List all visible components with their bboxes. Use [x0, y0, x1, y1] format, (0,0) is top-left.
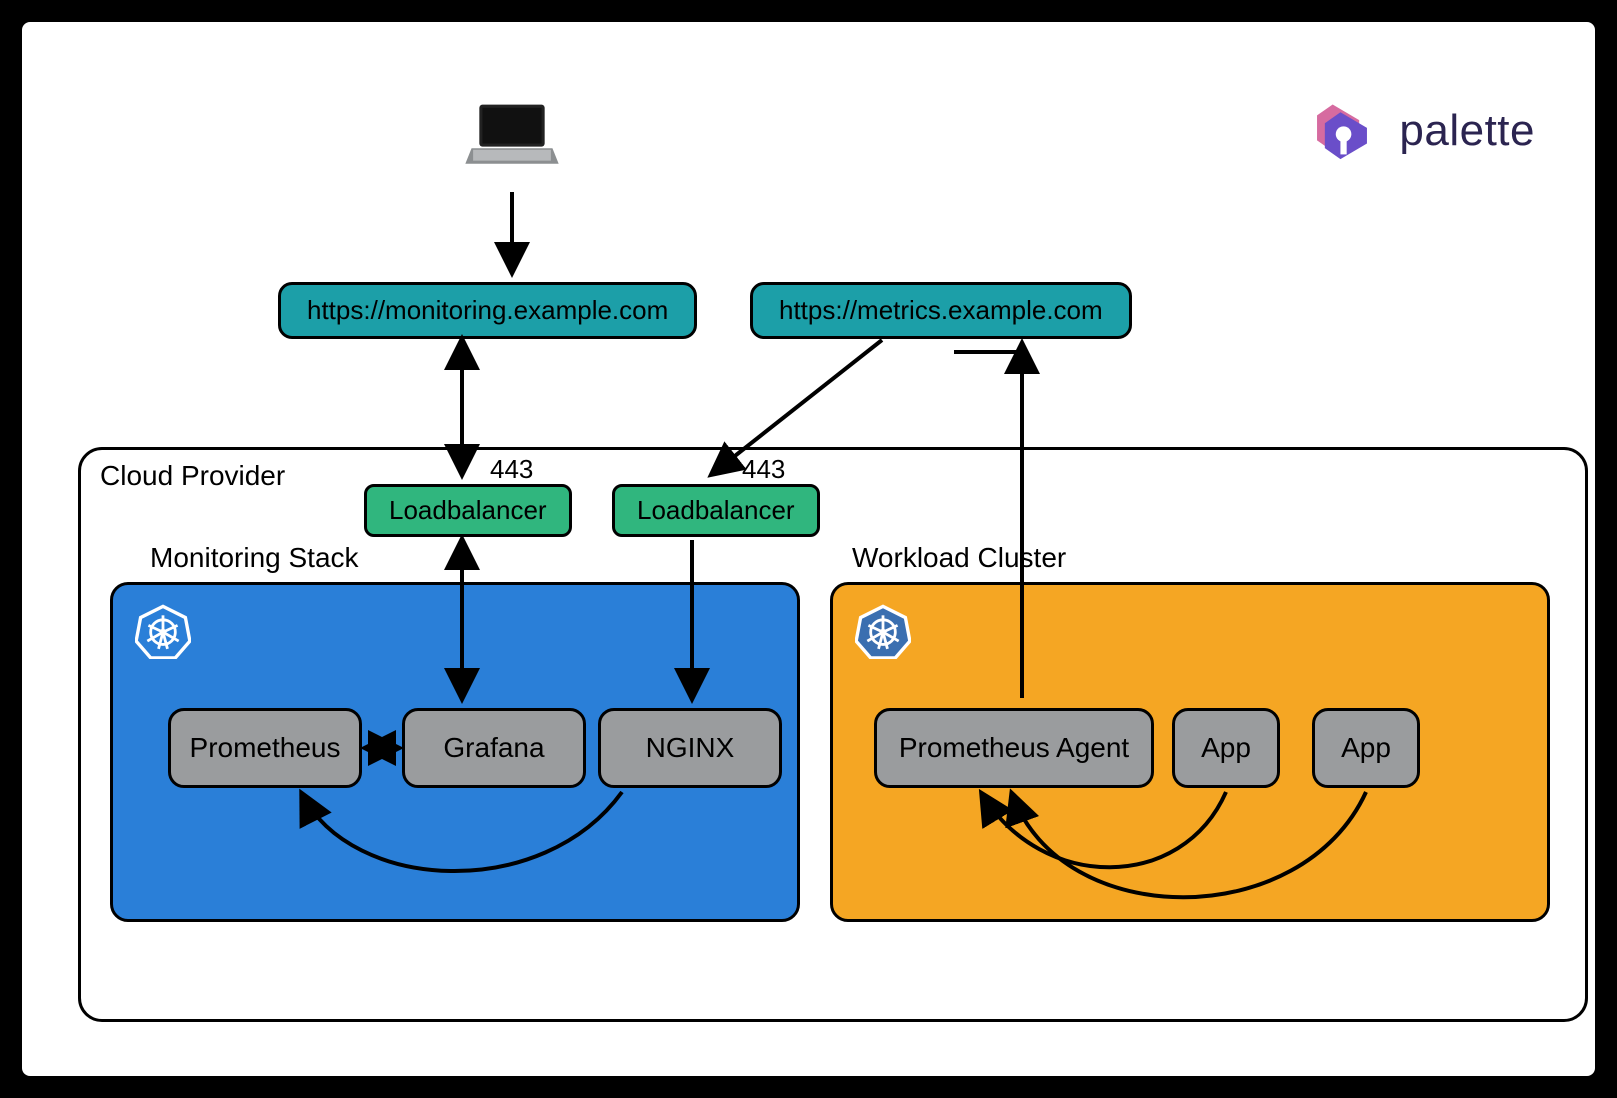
kubernetes-icon [135, 603, 191, 659]
loadbalancer-right-label: Loadbalancer [637, 495, 795, 525]
monitoring-stack-label: Monitoring Stack [150, 542, 359, 574]
palette-logo-icon [1303, 92, 1381, 170]
service-grafana: Grafana [402, 708, 586, 788]
service-app-1: App [1172, 708, 1280, 788]
url-metrics-text: https://metrics.example.com [779, 295, 1103, 325]
kubernetes-icon [855, 603, 911, 659]
service-nginx: NGINX [598, 708, 782, 788]
loadbalancer-right: Loadbalancer [612, 484, 820, 537]
service-app2-label: App [1341, 732, 1391, 764]
url-monitoring: https://monitoring.example.com [278, 282, 697, 339]
service-prometheus-agent: Prometheus Agent [874, 708, 1154, 788]
brand-name: palette [1399, 106, 1535, 156]
workload-cluster-label: Workload Cluster [852, 542, 1066, 574]
url-monitoring-text: https://monitoring.example.com [307, 295, 668, 325]
service-app-2: App [1312, 708, 1420, 788]
service-agent-label: Prometheus Agent [899, 732, 1129, 764]
service-nginx-label: NGINX [646, 732, 735, 764]
cloud-provider-label: Cloud Provider [100, 460, 285, 492]
service-prometheus-label: Prometheus [190, 732, 341, 764]
port-443-right: 443 [742, 454, 785, 485]
service-prometheus: Prometheus [168, 708, 362, 788]
diagram-canvas: palette https://monitoring.example.com h… [22, 22, 1595, 1076]
loadbalancer-left-label: Loadbalancer [389, 495, 547, 525]
service-grafana-label: Grafana [443, 732, 544, 764]
service-app1-label: App [1201, 732, 1251, 764]
loadbalancer-left: Loadbalancer [364, 484, 572, 537]
url-metrics: https://metrics.example.com [750, 282, 1132, 339]
laptop-icon [462, 100, 562, 170]
brand: palette [1303, 92, 1535, 170]
port-443-left: 443 [490, 454, 533, 485]
